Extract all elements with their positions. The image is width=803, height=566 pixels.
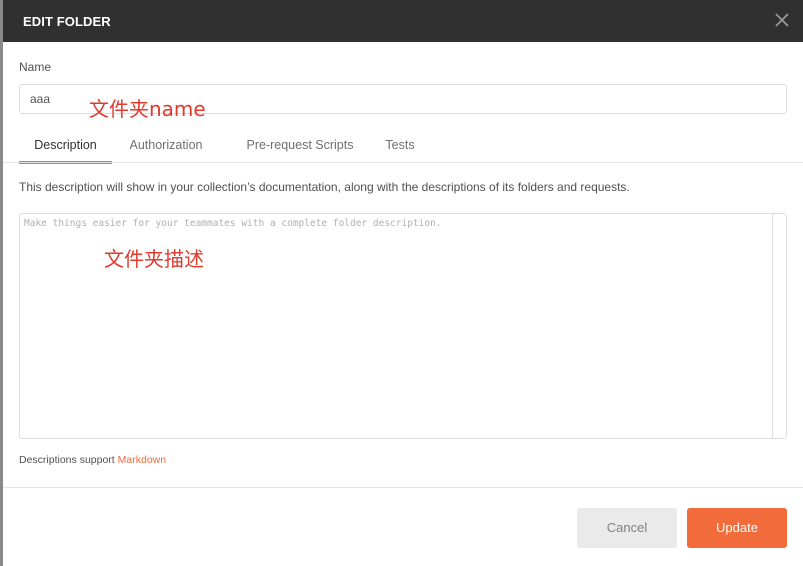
name-label: Name	[19, 60, 52, 74]
tabs-divider	[3, 162, 803, 163]
tab-description[interactable]: Description	[19, 130, 112, 164]
footer-divider	[3, 487, 803, 488]
dialog-title: EDIT FOLDER	[23, 14, 111, 29]
edit-folder-dialog: EDIT FOLDER Name 文件夹name Description Aut…	[3, 0, 803, 566]
description-placeholder: Make things easier for your teammates wi…	[24, 218, 442, 229]
markdown-link[interactable]: Markdown	[118, 454, 166, 466]
description-scrollbar[interactable]	[772, 214, 786, 438]
name-annotation: 文件夹name	[89, 97, 206, 121]
description-help-text: This description will show in your colle…	[19, 180, 630, 194]
markdown-support-note: Descriptions support Markdown	[19, 454, 166, 466]
tab-tests[interactable]: Tests	[380, 130, 420, 161]
tab-authorization[interactable]: Authorization	[124, 130, 208, 161]
description-annotation: 文件夹描述	[104, 247, 204, 271]
update-button[interactable]: Update	[687, 508, 787, 548]
dialog-header: EDIT FOLDER	[3, 0, 803, 42]
markdown-note-prefix: Descriptions support	[19, 454, 118, 466]
cancel-button[interactable]: Cancel	[577, 508, 677, 548]
folder-tabs: Description Authorization Pre-request Sc…	[19, 130, 803, 164]
tab-pre-request-scripts[interactable]: Pre-request Scripts	[242, 130, 358, 161]
close-icon[interactable]	[771, 9, 793, 31]
